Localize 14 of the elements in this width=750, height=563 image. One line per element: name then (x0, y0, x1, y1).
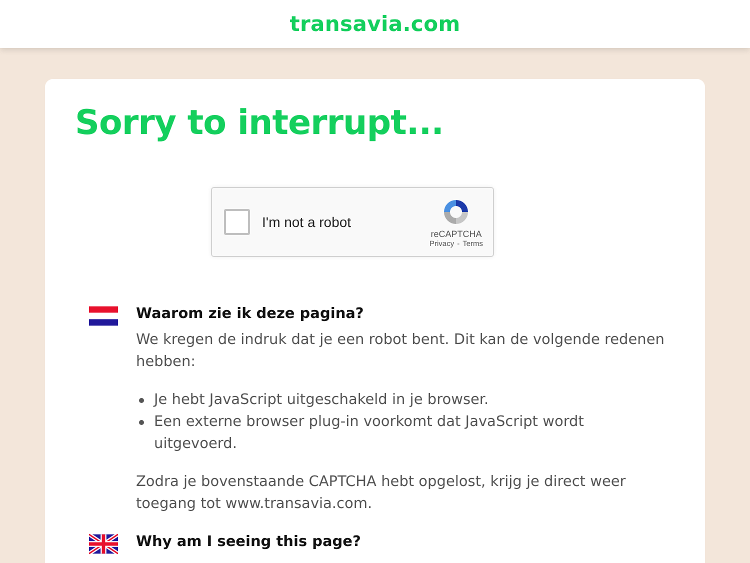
recaptcha-brand: reCAPTCHA (430, 228, 482, 238)
paragraph: Zodra je bovenstaande CAPTCHA hebt opgelost, krijg je direct weer toegang tot www.transavia.com. (136, 473, 627, 514)
bullet-icon (139, 398, 144, 403)
captcha-label: I'm not a robot (262, 214, 352, 230)
list-item: Je hebt JavaScript uitgeschakeld in je browser. (154, 391, 489, 410)
bullet-icon (139, 420, 144, 425)
flag-icon (89, 533, 118, 555)
paragraph: We kregen de indruk dat je een robot bent. Dit kan de volgende redenen hebben: (136, 331, 665, 372)
captcha-checkbox[interactable] (224, 209, 250, 235)
list-item: Een externe browser plug-in voorkomt dat JavaScript wordt uitgevoerd. (154, 413, 585, 454)
page-title: Sorry to interrupt... (75, 103, 445, 143)
section-heading: Why am I seeing this page? (136, 533, 362, 552)
flag-icon (89, 305, 118, 327)
section-heading: Waarom zie ik deze pagina? (136, 305, 365, 324)
